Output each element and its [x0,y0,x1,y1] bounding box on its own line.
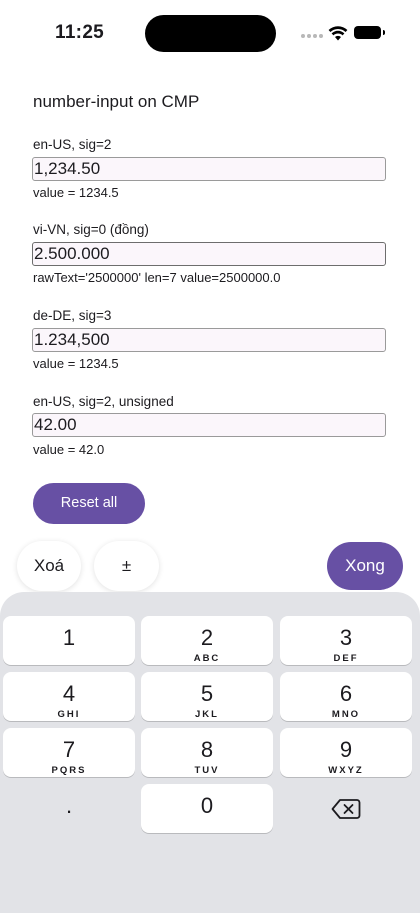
key-7[interactable]: 7 PQRS [3,728,135,777]
value-readout-vi-vn: rawText='2500000' len=7 value=2500000.0 [33,270,281,285]
dynamic-island [145,15,276,52]
value-readout-en-us-unsigned: value = 42.0 [33,442,105,457]
key-9[interactable]: 9 WXYZ [280,728,412,777]
input-value: 1,234.50 [34,159,101,178]
backspace-icon [331,799,361,819]
key-8[interactable]: 8 TUV [141,728,273,777]
value-readout-en-us: value = 1234.5 [33,185,119,200]
sign-toggle-button[interactable]: ± [94,541,159,591]
backspace-key[interactable] [280,784,412,833]
key-6[interactable]: 6 MNO [280,672,412,721]
page-title: number-input on CMP [33,92,200,111]
wifi-icon [328,26,348,41]
number-input-en-us[interactable]: 1,234.50 [32,157,386,181]
key-decimal[interactable]: . [3,784,135,833]
section-label-de-de: de-DE, sig=3 [33,308,112,323]
reset-all-button[interactable]: Reset all [33,483,145,524]
status-time: 11:25 [55,22,105,43]
number-input-de-de[interactable]: 1.234,500 [32,328,386,352]
input-value: 42.00 [34,415,77,434]
key-0[interactable]: 0 [141,784,273,833]
clear-button[interactable]: Xoá [17,541,81,591]
numeric-keypad: 1 2 ABC 3 DEF 4 GHI 5 JKL 6 MNO 7 PQRS 8 TUV 9W… [0,592,420,913]
key-4[interactable]: 4 GHI [3,672,135,721]
key-1[interactable]: 1 [3,616,135,665]
signal-dots-icon [301,34,325,40]
number-input-vi-vn[interactable]: 2.500.000 [32,242,386,266]
key-3[interactable]: 3 DEF [280,616,412,665]
key-2[interactable]: 2 ABC [141,616,273,665]
section-label-vi-vn: vi-VN, sig=0 (đồng) [33,222,149,237]
input-value: 1.234,500 [34,330,110,349]
number-input-en-us-unsigned[interactable]: 42.00 [32,413,386,437]
section-label-en-us: en-US, sig=2 [33,137,112,152]
section-label-en-us-unsigned: en-US, sig=2, unsigned [33,394,174,409]
status-bar: 11:25 [0,0,420,70]
value-readout-de-de: value = 1234.5 [33,356,119,371]
input-value: 2.500.000 [34,244,110,263]
key-5[interactable]: 5 JKL [141,672,273,721]
done-button[interactable]: Xong [327,542,403,590]
battery-icon [354,26,385,39]
